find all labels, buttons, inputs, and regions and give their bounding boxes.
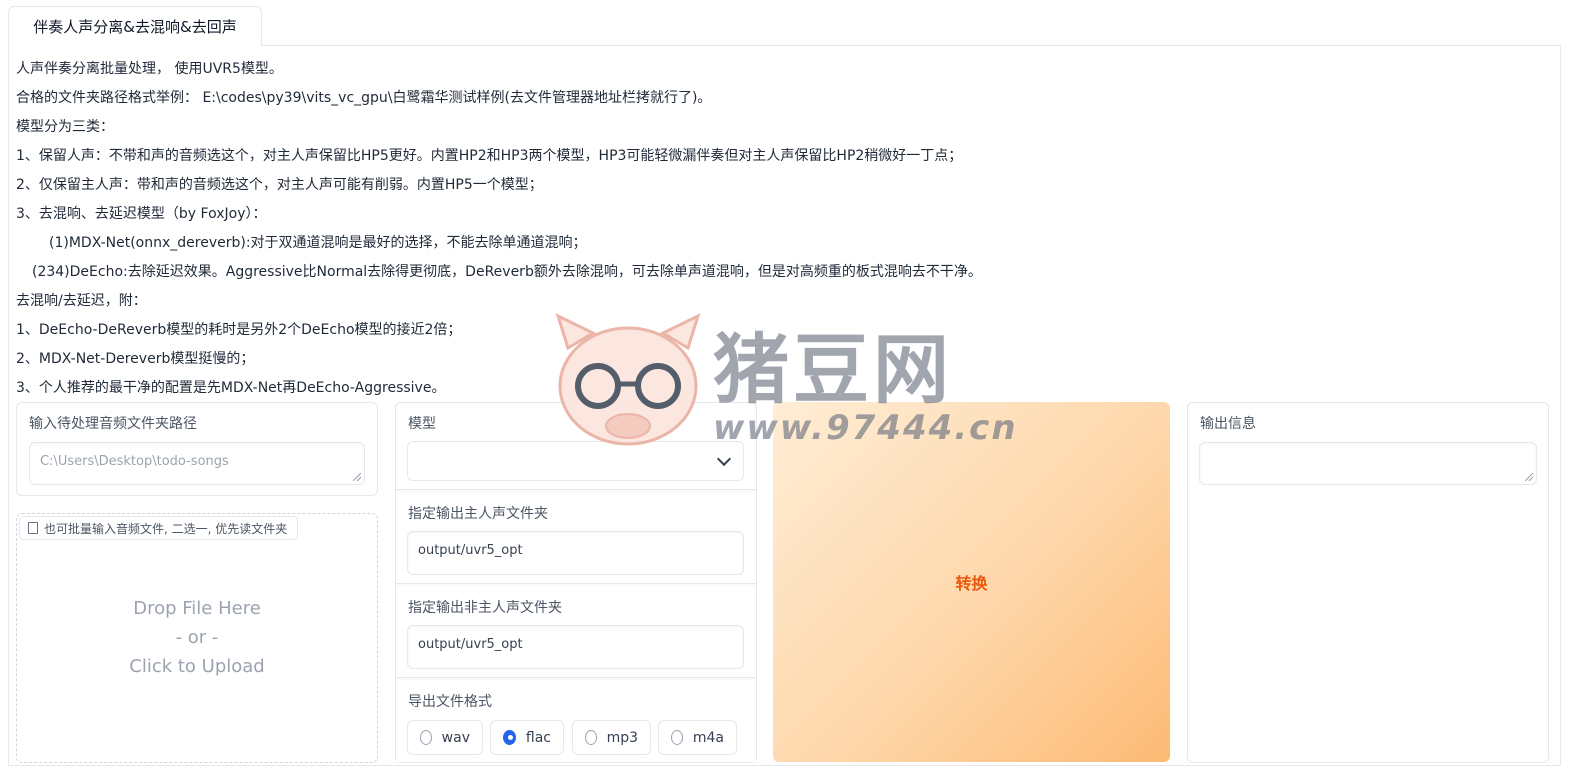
format-option-mp3[interactable]: mp3	[572, 720, 651, 755]
format-option-flac[interactable]: flac	[490, 720, 564, 755]
drop-line: - or -	[175, 627, 219, 648]
radio-icon	[585, 730, 597, 745]
description-line: 3、去混响、去延迟模型（by FoxJoy）：	[16, 206, 267, 222]
ins-out-label: 指定输出非主人声文件夹	[408, 600, 562, 616]
drop-line: Drop File Here	[133, 598, 261, 619]
upload-label: 也可批量输入音频文件, 二选一, 优先读文件夹	[19, 516, 299, 540]
vocal-out-field[interactable]: output/uvr5_opt	[407, 531, 744, 575]
pig-logo-icon	[555, 313, 701, 446]
radio-icon	[420, 730, 432, 745]
chevron-down-icon	[716, 451, 732, 467]
tab-uvr5[interactable]: 伴奏人声分离&去混响&去回声	[8, 6, 262, 47]
format-option-label: wav	[441, 729, 470, 746]
watermark: 猪豆网 www.97444.cn	[553, 308, 1023, 448]
vocal-out-label: 指定输出主人声文件夹	[408, 506, 548, 522]
convert-button[interactable]: 转换	[773, 402, 1170, 762]
radio-icon	[671, 730, 683, 745]
description-line: (1)MDX-Net(onnx_dereverb):对于双通道混响是最好的选择，…	[49, 235, 587, 251]
output-label: 输出信息	[1200, 416, 1256, 432]
format-option-wav[interactable]: wav	[407, 720, 483, 755]
file-upload-dropzone[interactable]: 也可批量输入音频文件, 二选一, 优先读文件夹 Drop File Here -…	[16, 513, 378, 763]
upload-label-text: 也可批量输入音频文件, 二选一, 优先读文件夹	[44, 521, 288, 536]
output-field	[1199, 442, 1537, 485]
input-dir-label: 输入待处理音频文件夹路径	[29, 416, 197, 432]
drop-text: Drop File Here - or - Click to Upload	[17, 594, 377, 681]
format-option-label: m4a	[692, 729, 724, 746]
description-line: 1、保留人声：不带和声的音频选这个，对主人声保留比HP5更好。内置HP2和HP3…	[16, 148, 963, 164]
format-option-label: flac	[525, 729, 551, 746]
model-label: 模型	[408, 416, 436, 432]
watermark-brand: 猪豆网	[713, 325, 953, 414]
radio-checked-icon	[503, 730, 516, 745]
file-icon	[28, 522, 38, 534]
ins-out-field[interactable]: output/uvr5_opt	[407, 625, 744, 669]
watermark-url: www.97444.cn	[713, 408, 1018, 448]
input-dir-field[interactable]: C:\Users\Desktop\todo-songs	[29, 442, 365, 485]
description-line: (234)DeEcho:去除延迟效果。Aggressive比Normal去除得更…	[32, 264, 982, 280]
format-label: 导出文件格式	[408, 694, 492, 710]
drop-line: Click to Upload	[129, 656, 265, 677]
description-line: 人声伴奏分离批量处理， 使用UVR5模型。	[16, 61, 283, 77]
format-option-label: mp3	[606, 729, 638, 746]
description-line: 合格的文件夹路径格式举例： E:\codes\py39\vits_vc_gpu\…	[16, 90, 712, 106]
tab-bar: 伴奏人声分离&去混响&去回声	[8, 6, 1560, 47]
description-line: 模型分为三类：	[16, 119, 114, 135]
format-option-m4a[interactable]: m4a	[658, 720, 737, 755]
description-line: 2、仅保留主人声：带和声的音频选这个，对主人声可能有削弱。内置HP5一个模型；	[16, 177, 543, 193]
